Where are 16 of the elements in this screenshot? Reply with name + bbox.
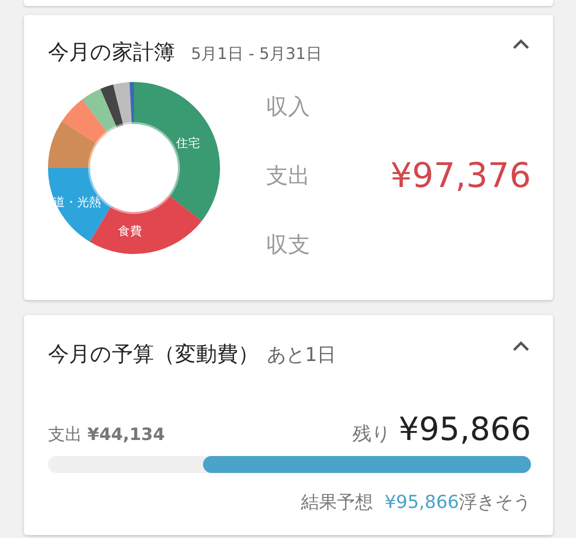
spent-amount: 支出 ¥44,134 xyxy=(48,424,165,446)
row-label: 収支 xyxy=(266,232,310,260)
remaining-amount: ¥95,866 xyxy=(398,412,531,444)
collapse-icon[interactable] xyxy=(511,37,531,51)
segment-label: 住宅 xyxy=(176,136,200,150)
remaining-label: 残り xyxy=(352,422,391,446)
segment-label: 食費 xyxy=(118,224,142,238)
card-title: 今月の家計簿 xyxy=(48,39,175,66)
date-range: 5月1日 - 5月31日 xyxy=(191,43,322,65)
row-label: 支出 xyxy=(266,162,310,190)
collapse-icon[interactable] xyxy=(511,339,531,353)
days-left: あと1日 xyxy=(267,343,336,368)
card-title: 今月の予算（変動費） xyxy=(48,341,259,368)
forecast-text: 結果予想 ¥95,866浮きそう xyxy=(301,491,531,515)
expense-amount: ¥97,376 xyxy=(390,154,531,198)
row-label: 収入 xyxy=(266,94,310,122)
